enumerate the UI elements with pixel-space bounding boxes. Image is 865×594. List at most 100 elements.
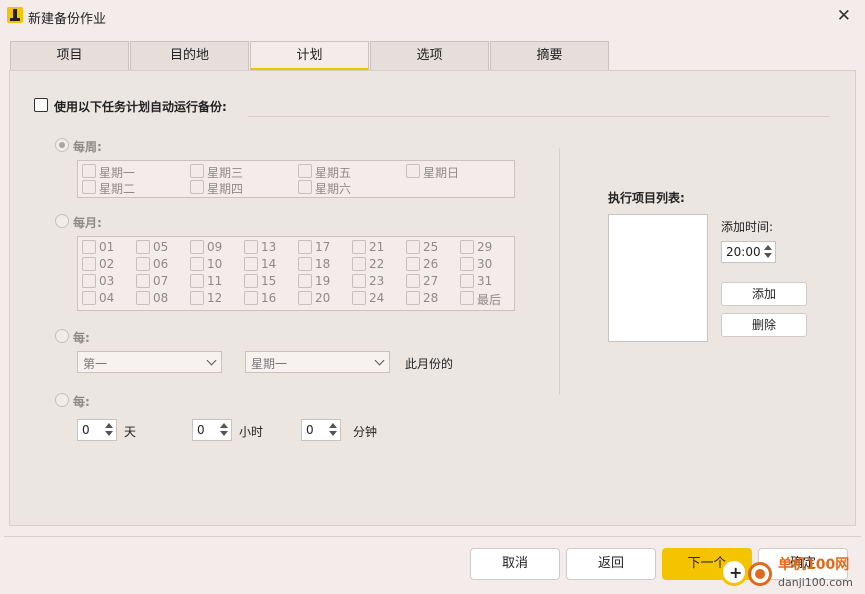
arrow-up-icon[interactable] [104,421,114,430]
month-day-checkbox[interactable] [244,274,258,288]
add-button[interactable]: 添加 [721,282,807,306]
month-day-checkbox[interactable] [82,240,96,254]
arrow-up-icon[interactable] [219,421,229,430]
weekly-label: 每周: [73,140,102,154]
tab-schedule[interactable]: 计划 [250,41,369,70]
arrow-up-icon[interactable] [328,421,338,430]
month-day-checkbox[interactable] [352,240,366,254]
month-day-checkbox[interactable] [82,274,96,288]
label-tuesday: 星期二 [99,182,136,196]
month-day-checkbox[interactable] [298,291,312,305]
tab-items[interactable]: 项目 [10,41,129,70]
month-day-label: 01 [99,240,115,254]
arrow-down-icon[interactable] [328,430,338,439]
hours-stepper[interactable]: 0 [192,419,232,441]
weekly-radio[interactable] [55,138,69,152]
interval-label: 每: [73,395,90,409]
month-day-label: 28 [423,291,439,305]
month-day-label: 13 [261,240,277,254]
enable-schedule-label: 使用以下任务计划自动运行备份: [54,100,227,114]
month-day-label: 02 [99,257,115,271]
month-day-label: 26 [423,257,439,271]
month-day-label: 14 [261,257,277,271]
month-day-checkbox[interactable] [298,257,312,271]
execution-list[interactable] [608,214,708,342]
interval-radio[interactable] [55,393,69,407]
cancel-button[interactable]: 取消 [470,548,560,580]
month-day-checkbox[interactable] [352,291,366,305]
month-day-checkbox[interactable] [244,240,258,254]
month-day-checkbox[interactable] [406,291,420,305]
month-day-checkbox[interactable] [190,257,204,271]
checkbox-friday[interactable] [298,164,312,178]
month-day-checkbox[interactable] [190,240,204,254]
month-day-checkbox[interactable] [82,257,96,271]
enable-schedule-checkbox[interactable] [34,98,48,112]
month-day-checkbox[interactable] [352,257,366,271]
vertical-divider [559,148,560,394]
month-day-label: 20 [315,291,331,305]
close-icon[interactable]: ✕ [837,6,851,26]
month-day-label: 10 [207,257,223,271]
month-day-checkbox[interactable] [190,291,204,305]
arrow-down-icon[interactable] [763,252,773,261]
month-day-checkbox[interactable] [136,274,150,288]
monthly-ordinal-radio[interactable] [55,329,69,343]
tab-destination[interactable]: 目的地 [130,41,249,70]
month-day-label: 11 [207,274,223,288]
monthly-radio[interactable] [55,214,69,228]
back-button[interactable]: 返回 [566,548,656,580]
weekday-select[interactable]: 星期一 [245,351,390,373]
month-day-checkbox[interactable] [244,291,258,305]
month-day-checkbox[interactable] [298,274,312,288]
delete-button[interactable]: 删除 [721,313,807,337]
execution-list-label: 执行项目列表: [608,191,685,205]
checkbox-thursday[interactable] [190,180,204,194]
ordinal-select[interactable]: 第一 [77,351,222,373]
month-day-checkbox[interactable] [190,274,204,288]
month-day-checkbox[interactable] [406,257,420,271]
time-stepper[interactable]: 20:00 [721,241,776,263]
month-day-label: 16 [261,291,277,305]
tab-summary[interactable]: 摘要 [490,41,609,70]
month-day-checkbox[interactable] [136,291,150,305]
month-day-label: 17 [315,240,331,254]
arrow-up-icon[interactable] [763,243,773,252]
month-day-checkbox[interactable] [460,274,474,288]
month-day-checkbox[interactable] [136,240,150,254]
month-day-checkbox[interactable] [82,291,96,305]
ordinal-select-value: 第一 [83,357,108,371]
month-day-label: 30 [477,257,493,271]
app-logo-icon [7,7,23,23]
window-title: 新建备份作业 [28,12,107,27]
month-day-checkbox[interactable] [406,274,420,288]
checkbox-sunday[interactable] [406,164,420,178]
checkbox-tuesday[interactable] [82,180,96,194]
month-day-checkbox[interactable] [352,274,366,288]
month-day-label: 25 [423,240,439,254]
weekday-select-value: 星期一 [251,357,288,371]
minutes-stepper[interactable]: 0 [301,419,341,441]
month-day-checkbox[interactable] [298,240,312,254]
month-day-checkbox[interactable] [460,257,474,271]
time-value: 20:00 [726,245,761,259]
days-stepper[interactable]: 0 [77,419,117,441]
month-day-label: 07 [153,274,169,288]
month-day-label: 06 [153,257,169,271]
tab-options[interactable]: 选项 [370,41,489,70]
month-day-checkbox[interactable] [406,240,420,254]
checkbox-saturday[interactable] [298,180,312,194]
arrow-down-icon[interactable] [219,430,229,439]
month-day-label: 29 [477,240,493,254]
checkbox-monday[interactable] [82,164,96,178]
month-day-label: 31 [477,274,493,288]
arrow-down-icon[interactable] [104,430,114,439]
month-day-checkbox[interactable] [244,257,258,271]
month-day-label: 19 [315,274,331,288]
month-day-checkbox[interactable] [460,240,474,254]
checkbox-wednesday[interactable] [190,164,204,178]
month-day-checkbox[interactable] [460,291,474,305]
watermark-plus-glyph: + [729,563,743,582]
month-day-label: 05 [153,240,169,254]
month-day-checkbox[interactable] [136,257,150,271]
